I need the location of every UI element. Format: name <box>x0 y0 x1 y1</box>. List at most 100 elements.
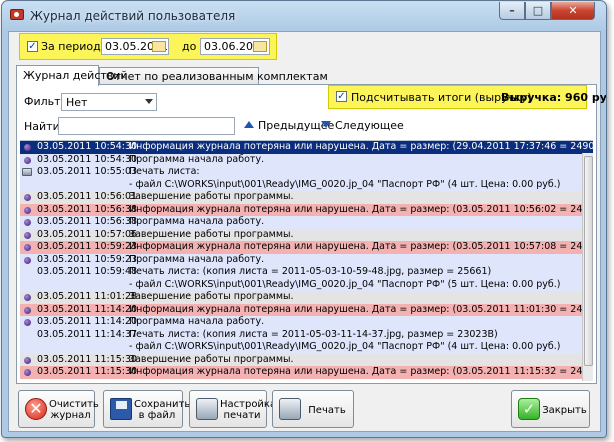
table-row[interactable]: 03.05.2011 11:01:28 Завершение работы про… <box>20 291 593 304</box>
row-message: Завершение работы программы. <box>129 353 294 365</box>
row-timestamp: 03.05.2011 10:59:23 <box>37 253 138 265</box>
bullet-icon <box>24 369 31 376</box>
bullet-icon <box>24 144 31 151</box>
print-setup-button[interactable]: Настройка печати <box>189 390 276 428</box>
scrollbar-thumb[interactable] <box>584 156 593 366</box>
calendar-dropdown-icon[interactable] <box>152 41 166 52</box>
date-to-picker[interactable]: 03.06.2011 <box>200 38 270 55</box>
period-panel: ✓ За период с 03.05.2011 до 03.06.2011 <box>19 33 277 60</box>
log-table[interactable]: 03.05.2011 10:54:30 Информация журнала по… <box>20 140 593 381</box>
table-row[interactable]: 03.05.2011 10:59:48 Печать листа: (копия … <box>20 266 593 279</box>
search-input[interactable] <box>58 117 235 135</box>
clear-log-label: Очистить журнал <box>49 399 99 421</box>
arrow-down-icon <box>321 121 331 128</box>
row-message: Печать листа: <box>129 166 200 177</box>
row-timestamp: 03.05.2011 10:59:23 <box>37 241 138 252</box>
bullet-icon <box>24 306 31 314</box>
row-message: Программа начала работу. <box>129 253 265 265</box>
close-label: Закрыть <box>542 405 587 416</box>
bullet-icon <box>24 256 31 264</box>
table-row[interactable]: 03.05.2011 10:56:01 Завершение работы про… <box>20 191 593 204</box>
table-row[interactable]: - файл C:\WORKS\input\001\Ready\IMG_0020… <box>20 341 593 354</box>
arrow-up-icon <box>244 121 254 128</box>
row-timestamp: 03.05.2011 11:14:37 <box>37 328 138 340</box>
log-panel: Фильтр: Нет ✓ Подсчитывать итоги (выручк… <box>16 84 606 384</box>
row-timestamp: 03.05.2011 11:01:28 <box>37 291 138 302</box>
print-label: Печать <box>308 405 346 416</box>
filter-select[interactable]: Нет <box>61 93 157 111</box>
main-window: Журнал действий пользователя – □ ✕ ✓ За … <box>1 0 607 438</box>
bullet-icon <box>24 194 31 201</box>
row-message: Информация журнала потеряна или нарушена… <box>129 366 593 377</box>
close-button[interactable]: ✓ Закрыть <box>511 390 590 428</box>
row-timestamp: 03.05.2011 11:14:20 <box>37 316 138 327</box>
bullet-icon <box>24 319 31 326</box>
row-message: Завершение работы программы. <box>129 291 294 302</box>
table-row[interactable]: - файл C:\WORKS\input\001\Ready\IMG_0020… <box>20 278 593 291</box>
table-row[interactable]: 03.05.2011 10:55:03 Печать листа: <box>20 166 593 179</box>
row-message: Программа начала работу. <box>129 153 265 165</box>
clear-log-button[interactable]: ✕ Очистить журнал <box>18 390 99 428</box>
bullet-icon <box>24 294 31 301</box>
row-message: Программа начала работу. <box>129 316 265 327</box>
period-checkbox[interactable]: ✓ <box>27 41 38 52</box>
period-label[interactable]: За период с <box>41 40 110 53</box>
period-to-label: до <box>182 40 197 53</box>
bullet-icon <box>24 156 31 164</box>
window-title: Журнал действий пользователя <box>30 9 236 23</box>
printer-icon <box>279 398 301 420</box>
table-row[interactable]: 03.05.2011 11:15:30 Завершение работы про… <box>20 353 593 366</box>
tab-action-log[interactable]: Журнал действий <box>16 65 128 86</box>
floppy-disk-icon <box>110 398 132 420</box>
table-row[interactable]: 03.05.2011 11:14:20 Информация журнала по… <box>20 303 593 316</box>
filter-value: Нет <box>66 96 88 109</box>
row-message: - файл C:\WORKS\input\001\Ready\IMG_0020… <box>129 341 561 352</box>
bullet-icon <box>24 244 31 251</box>
title-bar[interactable]: Журнал действий пользователя – □ ✕ <box>2 1 606 31</box>
row-timestamp: 03.05.2011 10:55:03 <box>37 166 138 177</box>
row-message: Печать листа: (копия листа = 2011-05-03-… <box>129 266 492 277</box>
row-timestamp: 03.05.2011 10:56:01 <box>37 191 138 202</box>
table-row[interactable]: 03.05.2011 10:59:23 Программа начала рабо… <box>20 253 593 266</box>
find-next-button[interactable]: Следующее <box>321 119 404 132</box>
save-to-file-label: Сохранить в файл <box>134 399 191 421</box>
chevron-down-icon <box>145 99 153 108</box>
save-to-file-button[interactable]: Сохранить в файл <box>103 390 191 428</box>
row-message: Информация журнала потеряна или нарушена… <box>129 203 593 215</box>
client-area: ✓ За период с 03.05.2011 до 03.06.2011 Ж… <box>8 31 606 432</box>
calendar-dropdown-icon[interactable] <box>253 41 267 52</box>
row-timestamp: 03.05.2011 10:59:48 <box>37 266 138 277</box>
clear-log-icon: ✕ <box>25 398 47 420</box>
print-button[interactable]: Печать <box>272 390 354 428</box>
row-timestamp: 03.05.2011 10:57:06 <box>37 228 138 240</box>
table-row[interactable]: 03.05.2011 11:14:37 Печать листа: (копия … <box>20 328 593 341</box>
table-row[interactable]: - файл C:\WORKS\input\001\Ready\IMG_0020… <box>20 178 593 191</box>
vertical-scrollbar[interactable] <box>582 153 593 381</box>
printer-settings-icon <box>196 398 218 420</box>
row-message: Информация журнала потеряна или нарушена… <box>129 241 593 252</box>
table-row[interactable]: 03.05.2011 10:56:38 Программа начала рабо… <box>20 216 593 229</box>
table-row[interactable]: 03.05.2011 10:59:23 Информация журнала по… <box>20 241 593 254</box>
maximize-button[interactable]: □ <box>525 2 551 20</box>
printer-icon <box>22 168 32 176</box>
table-row[interactable]: 03.05.2011 10:56:38 Информация журнала по… <box>20 203 593 216</box>
table-row[interactable]: 03.05.2011 10:54:30 Информация журнала по… <box>20 141 593 154</box>
table-row[interactable]: 03.05.2011 11:15:30 Информация журнала по… <box>20 366 593 379</box>
table-row[interactable]: 03.05.2011 10:54:30 Программа начала рабо… <box>20 153 593 166</box>
date-from-picker[interactable]: 03.05.2011 <box>101 38 169 55</box>
table-row[interactable]: 03.05.2011 10:57:06 Завершение работы про… <box>20 228 593 241</box>
row-message: Завершение работы программы. <box>129 191 294 202</box>
totals-panel: ✓ Подсчитывать итоги (выручку) Выручка: … <box>328 85 606 109</box>
minimize-button[interactable]: – <box>499 2 525 20</box>
row-timestamp: 03.05.2011 11:15:30 <box>37 366 138 377</box>
find-next-label: Следующее <box>335 119 404 132</box>
table-row[interactable]: 03.05.2011 11:14:20 Программа начала рабо… <box>20 316 593 329</box>
bullet-icon <box>24 356 31 364</box>
app-icon <box>10 9 24 20</box>
totals-checkbox[interactable]: ✓ <box>336 91 347 102</box>
row-timestamp: 03.05.2011 10:54:30 <box>37 141 138 152</box>
close-window-button[interactable]: ✕ <box>551 2 595 20</box>
row-message: Печать листа: (копия листа = 2011-05-03-… <box>129 328 498 340</box>
row-message: Программа начала работу. <box>129 216 265 227</box>
row-timestamp: 03.05.2011 10:54:30 <box>37 153 138 165</box>
